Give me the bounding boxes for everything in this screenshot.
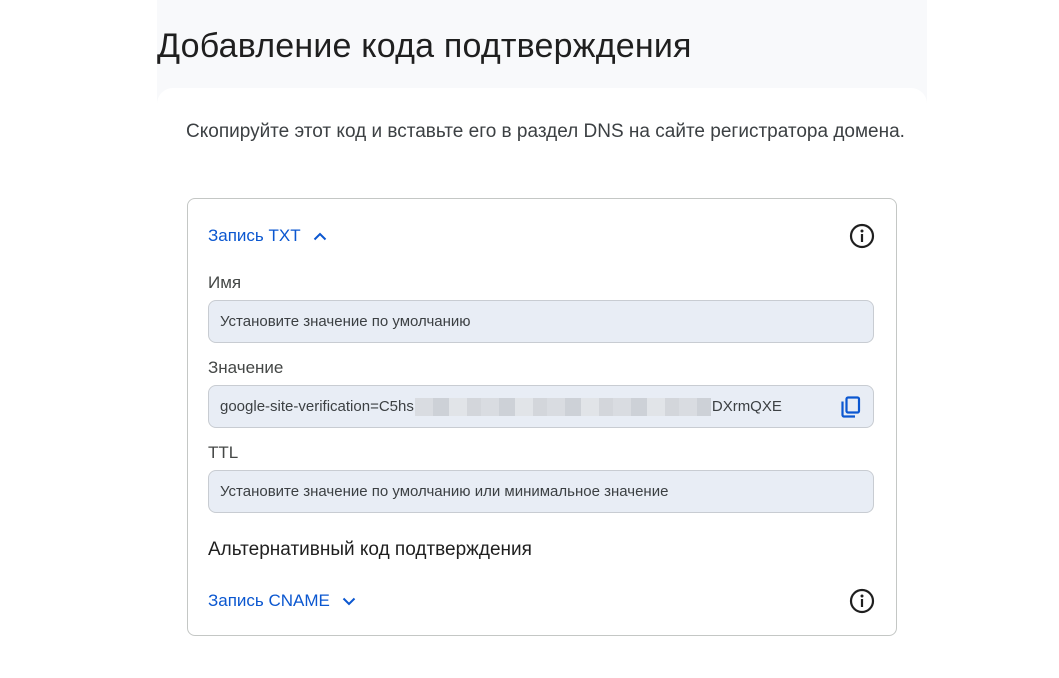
value-field-start: google-site-verification=C5hs <box>220 398 414 415</box>
chevron-up-icon <box>311 227 329 245</box>
value-field-label: Значение <box>208 358 284 377</box>
txt-info-button[interactable] <box>848 222 876 250</box>
cname-record-toggle[interactable]: Запись CNAME <box>208 585 358 617</box>
chevron-down-icon <box>340 592 358 610</box>
name-field-label: Имя <box>208 273 242 292</box>
redacted-mask <box>414 397 711 416</box>
value-field[interactable]: google-site-verification=C5hs DXrmQXE <box>208 385 874 428</box>
name-field-value: Установите значение по умолчанию <box>220 313 471 330</box>
txt-record-label: Запись TXT <box>208 226 301 245</box>
txt-record-toggle[interactable]: Запись TXT <box>208 220 329 252</box>
copy-value-button[interactable] <box>839 395 863 419</box>
verification-card: Скопируйте этот код и вставьте его в раз… <box>157 88 927 678</box>
ttl-field-value: Установите значение по умолчанию или мин… <box>220 483 669 500</box>
name-field[interactable]: Установите значение по умолчанию <box>208 300 874 343</box>
alternative-code-heading: Альтернативный код подтверждения <box>208 539 532 560</box>
info-icon <box>849 588 875 614</box>
cname-info-button[interactable] <box>848 587 876 615</box>
info-icon <box>849 223 875 249</box>
value-field-end: DXrmQXE <box>711 398 782 415</box>
ttl-field-label: TTL <box>208 443 239 462</box>
ttl-field[interactable]: Установите значение по умолчанию или мин… <box>208 470 874 513</box>
dns-records-box: Запись TXT Имя Установите значение по ум… <box>187 198 897 636</box>
copy-icon <box>841 396 861 418</box>
instructions-text: Скопируйте этот код и вставьте его в раз… <box>186 121 905 142</box>
page-title: Добавление кода подтверждения <box>157 27 692 65</box>
cname-record-label: Запись CNAME <box>208 591 330 610</box>
